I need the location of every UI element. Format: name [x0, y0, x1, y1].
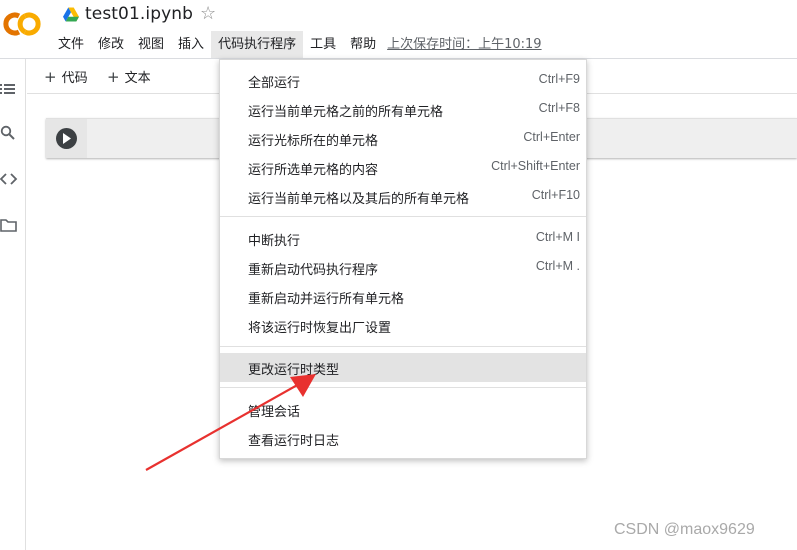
menu-item-run-focused-cell[interactable]: 运行光标所在的单元格 Ctrl+Enter	[220, 124, 586, 153]
last-saved-link[interactable]: 上次保存时间：上午10:19	[387, 31, 541, 59]
add-code-label: 代码	[61, 71, 88, 86]
menu-help[interactable]: 帮助	[343, 31, 383, 59]
star-icon[interactable]: ☆	[200, 3, 216, 24]
add-text-label: 文本	[124, 71, 151, 86]
menu-item-label: 全部运行	[248, 76, 301, 91]
run-cell-button[interactable]	[56, 128, 77, 149]
menu-runtime[interactable]: 代码执行程序	[211, 31, 304, 59]
folder-icon[interactable]	[0, 217, 18, 233]
play-icon	[63, 133, 71, 144]
plus-icon: +	[44, 68, 57, 86]
menu-item-label: 重新启动并运行所有单元格	[248, 292, 405, 307]
table-of-contents-icon[interactable]	[0, 81, 18, 97]
menu-item-shortcut: Ctrl+M .	[535, 259, 580, 273]
menu-insert[interactable]: 插入	[171, 31, 211, 59]
menu-item-run-all[interactable]: 全部运行 Ctrl+F9	[220, 66, 586, 95]
menu-item-run-selection[interactable]: 运行所选单元格的内容 Ctrl+Shift+Enter	[220, 153, 586, 182]
menu-item-restart-and-run-all[interactable]: 重新启动并运行所有单元格	[220, 282, 586, 311]
menu-item-factory-reset[interactable]: 将该运行时恢复出厂设置	[220, 311, 586, 340]
menu-edit[interactable]: 修改	[91, 31, 131, 59]
colab-logo[interactable]	[2, 10, 42, 38]
menu-item-run-after[interactable]: 运行当前单元格以及其后的所有单元格 Ctrl+F10	[220, 182, 586, 211]
cell-gutter	[46, 119, 87, 158]
menu-tools[interactable]: 工具	[303, 31, 343, 59]
menu-item-shortcut: Ctrl+F9	[538, 72, 580, 86]
add-text-button[interactable]: + 文本	[107, 67, 151, 86]
notebook-title[interactable]: test01.ipynb	[85, 4, 193, 24]
menu-item-shortcut: Ctrl+F8	[538, 101, 580, 115]
menu-item-shortcut: Ctrl+M I	[535, 230, 580, 244]
google-drive-icon[interactable]	[63, 7, 79, 22]
menu-separator	[220, 346, 586, 347]
watermark: CSDN @maox9629	[614, 521, 755, 538]
menu-item-label: 重新启动代码执行程序	[248, 263, 379, 278]
menu-separator	[220, 216, 586, 217]
search-icon[interactable]	[0, 125, 18, 141]
plus-icon: +	[107, 68, 120, 86]
menubar: 文件 修改 视图 插入 代码执行程序 工具 帮助 上次保存时间：上午10:19	[51, 31, 542, 59]
code-snippets-icon[interactable]	[0, 171, 18, 187]
menu-item-run-before[interactable]: 运行当前单元格之前的所有单元格 Ctrl+F8	[220, 95, 586, 124]
menu-item-label: 将该运行时恢复出厂设置	[248, 321, 392, 336]
menu-item-label: 运行当前单元格以及其后的所有单元格	[248, 192, 470, 207]
menu-item-label: 运行光标所在的单元格	[248, 134, 379, 149]
menu-item-label: 运行当前单元格之前的所有单元格	[248, 105, 444, 120]
menu-item-label: 中断执行	[248, 234, 301, 249]
menu-item-interrupt[interactable]: 中断执行 Ctrl+M I	[220, 224, 586, 253]
menu-item-label: 运行所选单元格的内容	[248, 163, 379, 178]
menu-item-shortcut: Ctrl+Shift+Enter	[491, 159, 580, 173]
menu-item-shortcut: Ctrl+F10	[531, 188, 580, 202]
menu-item-shortcut: Ctrl+Enter	[523, 130, 580, 144]
menu-item-restart-runtime[interactable]: 重新启动代码执行程序 Ctrl+M .	[220, 253, 586, 282]
menu-file[interactable]: 文件	[51, 31, 91, 59]
add-code-button[interactable]: + 代码	[44, 67, 88, 86]
menu-view[interactable]: 视图	[131, 31, 171, 59]
left-sidebar-rail	[0, 59, 26, 550]
annotation-arrow	[145, 374, 316, 471]
